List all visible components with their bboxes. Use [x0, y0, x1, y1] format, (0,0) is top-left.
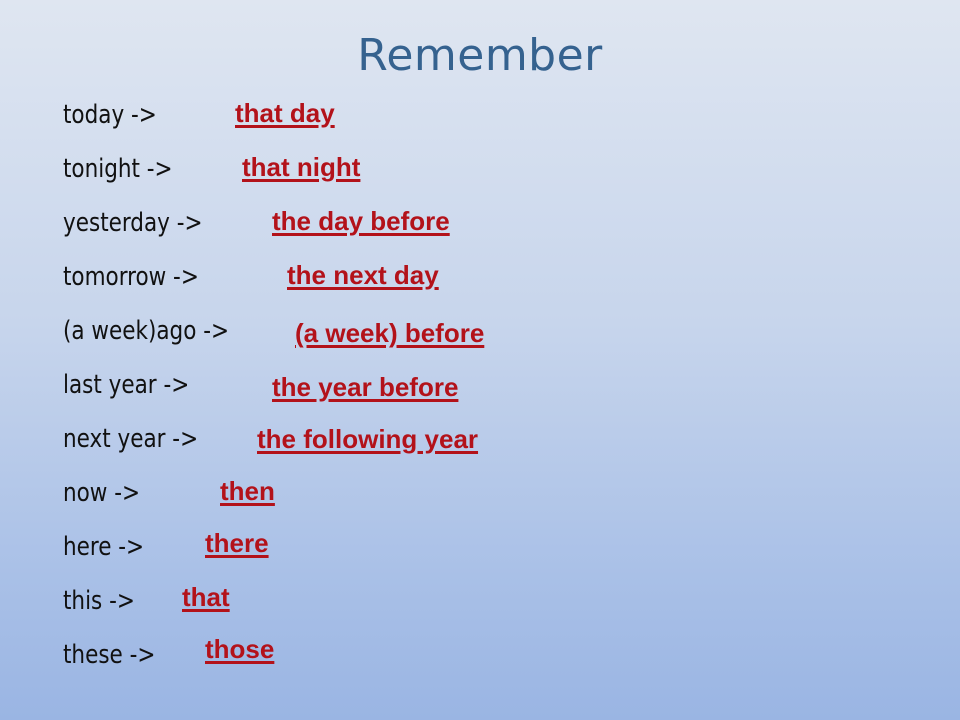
rule-replacement: the year before [272, 372, 459, 402]
rule-replacement: that night [242, 152, 361, 182]
rule-replacement: that [182, 582, 230, 612]
rule-replacement: then [220, 476, 275, 506]
rule-source: last year -> [63, 370, 190, 400]
rule-source: these -> [63, 640, 156, 670]
rule-source: here -> [63, 532, 145, 562]
rule-source: tonight -> [63, 154, 173, 184]
slide-title: Remember [357, 30, 603, 81]
rule-source: next year -> [63, 424, 199, 454]
rule-replacement: there [205, 528, 269, 558]
rule-source: now -> [63, 478, 141, 508]
rule-source: yesterday -> [63, 208, 203, 238]
rule-replacement: those [205, 634, 275, 664]
rule-replacement: the following year [257, 424, 479, 454]
rule-replacement: (a week) before [295, 318, 485, 348]
rule-replacement: the next day [287, 260, 439, 290]
rule-source: today -> [63, 100, 157, 130]
rule-source: (a week)ago -> [63, 316, 230, 346]
rule-source: tomorrow -> [63, 262, 199, 292]
rule-replacement: that day [235, 98, 335, 128]
rule-replacement: the day before [272, 206, 450, 236]
rule-source: this -> [63, 586, 135, 616]
